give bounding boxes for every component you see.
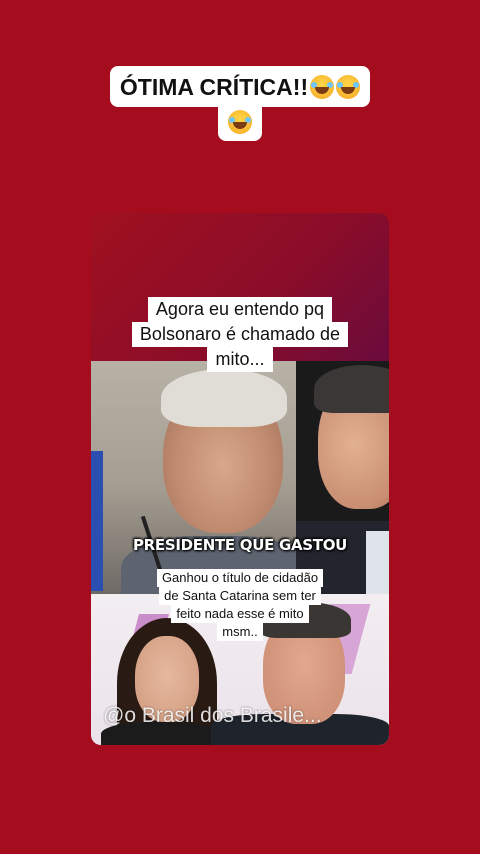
post-caption: ÓTIMA CRÍTICA!! <box>0 66 480 141</box>
subtitle-label: PRESIDENTE QUE GASTOU <box>132 536 348 554</box>
video-text-line: mito... <box>207 347 273 372</box>
laughing-emoji-icon <box>336 75 361 99</box>
video-text-line: Bolsonaro é chamado de <box>131 322 349 347</box>
video-text-line: Ganhou o título de cidadão <box>156 569 324 587</box>
video-text-line: msm.. <box>217 623 263 641</box>
laughing-emoji-icon <box>228 110 252 134</box>
video-text-line: de Santa Catarina sem ter <box>159 587 321 605</box>
caption-line-1: ÓTIMA CRÍTICA!! <box>109 66 371 107</box>
speaker-photo <box>91 361 296 594</box>
video-player[interactable]: Agora eu entendo pq Bolsonaro é chamado … <box>91 213 389 745</box>
video-text-line: feito nada esse é mito <box>171 605 309 623</box>
caption-line-2 <box>218 103 262 141</box>
video-bottom-text: Ganhou o título de cidadão de Santa Cata… <box>91 569 389 641</box>
video-text-line: Agora eu entendo pq <box>147 297 333 322</box>
caption-text: ÓTIMA CRÍTICA!! <box>119 74 309 100</box>
laughing-emoji-icon <box>310 75 335 99</box>
laughing-man-photo <box>296 361 389 594</box>
video-top-text: Agora eu entendo pq Bolsonaro é chamado … <box>91 297 389 372</box>
channel-watermark: @o Brasil dos Brasile... <box>103 704 322 727</box>
